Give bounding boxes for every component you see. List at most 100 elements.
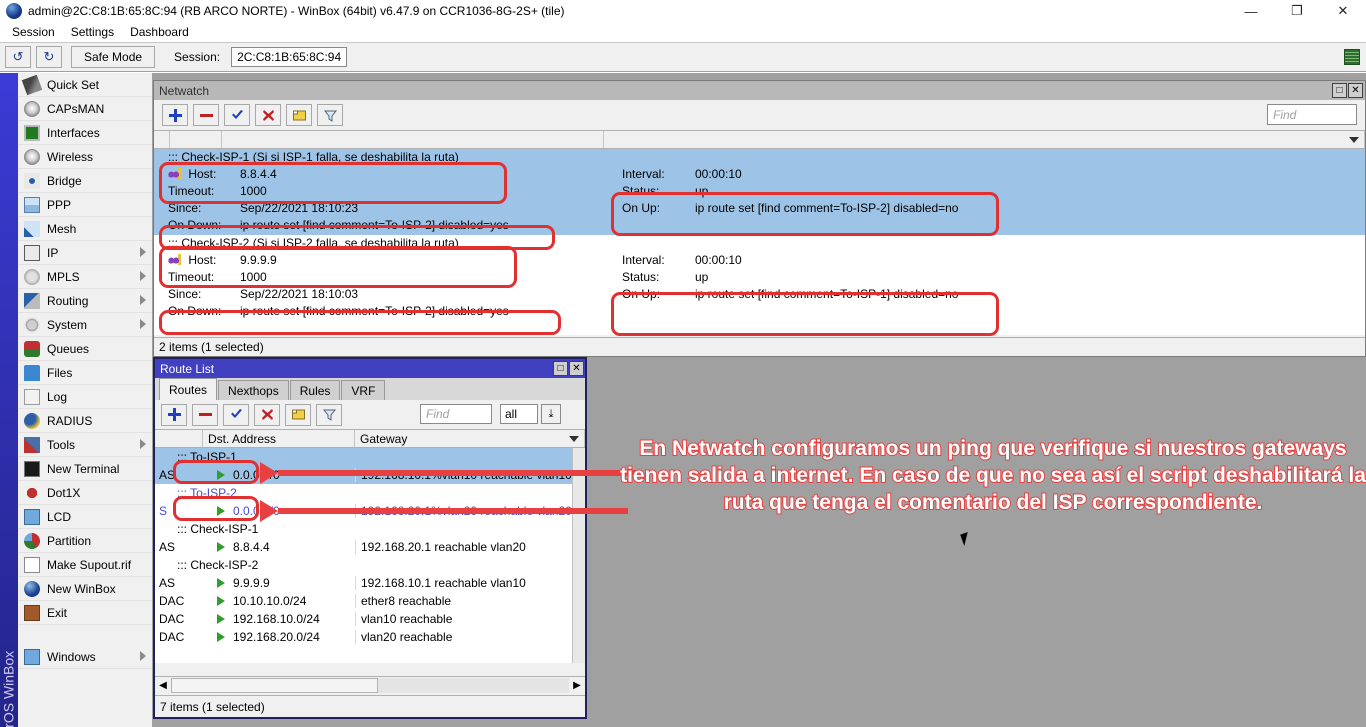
menu-session[interactable]: Session: [4, 23, 63, 41]
route-flags: DAC: [155, 594, 203, 608]
route-filter-dropdown-icon[interactable]: ⤓: [541, 404, 561, 424]
supout-icon: [24, 557, 40, 573]
route-list-titlebar[interactable]: Route List □ ✕: [155, 359, 585, 378]
sidebar-item-capsman[interactable]: CAPsMAN: [18, 97, 152, 121]
sidebar-item-exit[interactable]: Exit: [18, 601, 152, 625]
route-remove-button[interactable]: [192, 404, 218, 426]
undo-button[interactable]: ↺: [5, 46, 31, 68]
table-row[interactable]: ::: To-ISP-1: [155, 448, 585, 466]
route-col-gateway[interactable]: Gateway: [355, 430, 585, 447]
safe-mode-button[interactable]: Safe Mode: [71, 46, 155, 68]
route-column-menu-caret-icon[interactable]: [569, 436, 579, 442]
table-row[interactable]: DAC 10.10.10.0/24 ether8 reachable: [155, 592, 585, 610]
table-row[interactable]: AS 9.9.9.9 192.168.10.1 reachable vlan10: [155, 574, 585, 592]
table-row[interactable]: DAC 192.168.20.0/24 vlan20 reachable: [155, 628, 585, 646]
menu-settings[interactable]: Settings: [63, 23, 122, 41]
table-row[interactable]: AS 0.0.0.0/0 192.168.10.1%vlan10 reachab…: [155, 466, 585, 484]
table-row[interactable]: ::: Check-ISP-2: [155, 556, 585, 574]
tab-routes[interactable]: Routes: [159, 378, 217, 400]
netwatch-add-button[interactable]: [162, 104, 188, 126]
table-row[interactable]: AS 8.8.4.4 192.168.20.1 reachable vlan20: [155, 538, 585, 556]
sidebar-item-windows[interactable]: Windows: [18, 645, 152, 669]
route-col-dst-address[interactable]: Dst. Address: [203, 430, 355, 447]
route-list-close-button[interactable]: ✕: [569, 361, 584, 376]
route-col-flags[interactable]: [155, 430, 203, 447]
route-horizontal-scrollbar[interactable]: ◀ ▶: [155, 676, 585, 693]
table-row[interactable]: ::: Check-ISP-1: [155, 520, 585, 538]
route-comment: ::: To-ISP-2: [155, 486, 237, 500]
route-enable-button[interactable]: [223, 404, 249, 426]
netwatch-col-host[interactable]: [222, 131, 604, 148]
sidebar-item-dot1x[interactable]: Dot1X: [18, 481, 152, 505]
sidebar-label: Exit: [47, 606, 67, 620]
netwatch-entry[interactable]: ::: Check-ISP-2 (Si si ISP-2 falla, se d…: [154, 235, 1365, 321]
tab-rules[interactable]: Rules: [290, 380, 341, 400]
sidebar-item-lcd[interactable]: LCD: [18, 505, 152, 529]
sidebar-item-quick-set[interactable]: Quick Set: [18, 73, 152, 97]
scroll-right-icon[interactable]: ▶: [569, 678, 585, 693]
sidebar-item-radius[interactable]: RADIUS: [18, 409, 152, 433]
sidebar-item-ppp[interactable]: PPP: [18, 193, 152, 217]
sidebar-item-interfaces[interactable]: Interfaces: [18, 121, 152, 145]
netwatch-column-menu-caret-icon[interactable]: [1349, 137, 1359, 143]
scroll-left-icon[interactable]: ◀: [155, 678, 171, 693]
sidebar-item-queues[interactable]: Queues: [18, 337, 152, 361]
redo-button[interactable]: ↻: [36, 46, 62, 68]
sidebar-item-partition[interactable]: Partition: [18, 529, 152, 553]
netwatch-find-input[interactable]: Find: [1267, 104, 1357, 125]
tab-vrf[interactable]: VRF: [341, 380, 385, 400]
sidebar-item-tools[interactable]: Tools: [18, 433, 152, 457]
netwatch-close-button[interactable]: ✕: [1348, 83, 1363, 98]
route-gateway: 192.168.10.1%vlan10 reachable vlan10: [355, 468, 585, 482]
netwatch-comment-button[interactable]: [286, 104, 312, 126]
route-filter-button[interactable]: [316, 404, 342, 426]
restore-button[interactable]: ❐: [1274, 0, 1320, 22]
scroll-thumb[interactable]: [171, 678, 378, 693]
netwatch-restore-button[interactable]: □: [1332, 83, 1347, 98]
session-value-field[interactable]: 2C:C8:1B:65:8C:94: [231, 47, 347, 67]
winbox-app-icon: [6, 3, 22, 19]
route-vertical-scrollbar[interactable]: [572, 448, 585, 663]
route-list-restore-button[interactable]: □: [553, 361, 568, 376]
sidebar-item-ip[interactable]: IP: [18, 241, 152, 265]
netwatch-entry[interactable]: ::: Check-ISP-1 (Si si ISP-1 falla, se d…: [154, 149, 1365, 235]
sidebar-item-bridge[interactable]: Bridge: [18, 169, 152, 193]
route-add-button[interactable]: [161, 404, 187, 426]
sidebar-item-wireless[interactable]: Wireless: [18, 145, 152, 169]
sidebar-item-new-winbox[interactable]: New WinBox: [18, 577, 152, 601]
route-filter-select[interactable]: all: [500, 404, 538, 424]
netwatch-col-blank[interactable]: [170, 131, 222, 148]
netwatch-col-status[interactable]: [604, 131, 1365, 148]
netwatch-remove-button[interactable]: [193, 104, 219, 126]
route-comment-button[interactable]: [285, 404, 311, 426]
menu-dashboard[interactable]: Dashboard: [122, 23, 197, 41]
table-row[interactable]: ::: To-ISP-2: [155, 484, 585, 502]
table-row[interactable]: DAC 192.168.10.0/24 vlan10 reachable: [155, 610, 585, 628]
sidebar-item-make-supout[interactable]: Make Supout.rif: [18, 553, 152, 577]
table-row[interactable]: S 0.0.0.0/0 192.168.20.1%vlan20 reachabl…: [155, 502, 585, 520]
sidebar-item-files[interactable]: Files: [18, 361, 152, 385]
netwatch-interval-row: Interval: 00:00:10: [622, 252, 1142, 269]
netwatch-onup-label: On Up:: [622, 286, 660, 303]
netwatch-disable-button[interactable]: [255, 104, 281, 126]
sidebar-item-mesh[interactable]: Mesh: [18, 217, 152, 241]
sidebar-item-log[interactable]: Log: [18, 385, 152, 409]
route-active-arrow-icon: [217, 596, 225, 606]
sidebar-item-system[interactable]: System: [18, 313, 152, 337]
sidebar-item-mpls[interactable]: MPLS: [18, 265, 152, 289]
minimize-button[interactable]: —: [1228, 0, 1274, 22]
sidebar-label: Interfaces: [47, 126, 100, 140]
sidebar-item-new-terminal[interactable]: New Terminal: [18, 457, 152, 481]
sidebar-item-routing[interactable]: Routing: [18, 289, 152, 313]
netwatch-filter-button[interactable]: [317, 104, 343, 126]
tab-nexthops[interactable]: Nexthops: [218, 380, 289, 400]
route-disable-button[interactable]: [254, 404, 280, 426]
route-find-input[interactable]: Find: [420, 404, 492, 424]
windows-icon: [24, 649, 40, 665]
route-dst-value: 10.10.10.0/24: [233, 594, 306, 608]
netwatch-enable-button[interactable]: [224, 104, 250, 126]
close-button[interactable]: ✕: [1320, 0, 1366, 22]
netwatch-titlebar[interactable]: Netwatch □ ✕: [154, 81, 1365, 100]
scroll-track[interactable]: [171, 678, 569, 693]
netwatch-col-flags[interactable]: [154, 131, 170, 148]
